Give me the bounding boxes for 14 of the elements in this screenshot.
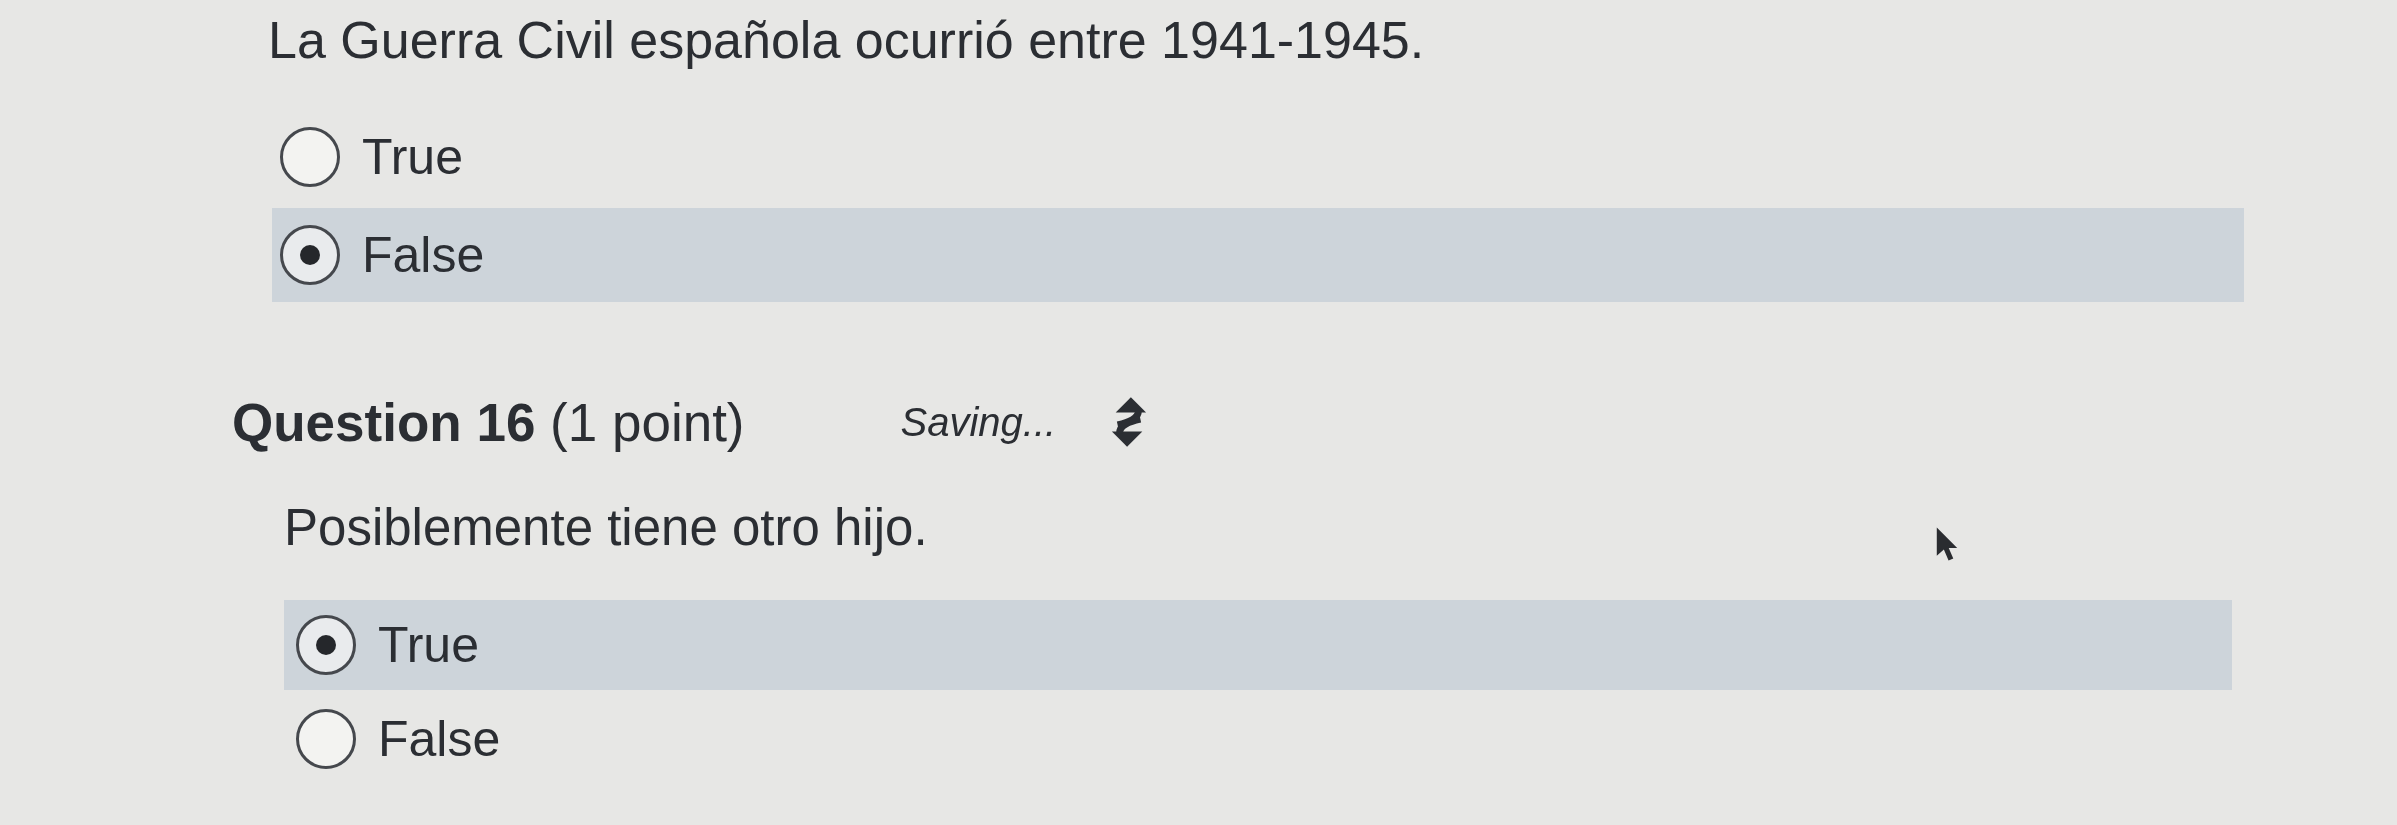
mouse-pointer-icon xyxy=(1936,526,1958,562)
question-text: La Guerra Civil española ocurrió entre 1941-1945. xyxy=(268,10,1425,71)
question-text: Posiblemente tiene otro hijo. xyxy=(284,498,928,558)
radio-button[interactable] xyxy=(280,225,340,285)
radio-button[interactable] xyxy=(280,127,340,187)
answer-option[interactable]: False xyxy=(284,694,2232,784)
question-heading: Question 16 (1 point) xyxy=(232,391,745,453)
sync-icon xyxy=(1110,397,1149,447)
answer-option[interactable]: False xyxy=(272,208,2244,302)
answer-option[interactable]: True xyxy=(272,110,2244,204)
answer-option[interactable]: True xyxy=(284,600,2232,690)
radio-button[interactable] xyxy=(296,709,356,769)
saving-status: Saving... xyxy=(900,399,1057,445)
radio-button[interactable] xyxy=(296,615,356,675)
